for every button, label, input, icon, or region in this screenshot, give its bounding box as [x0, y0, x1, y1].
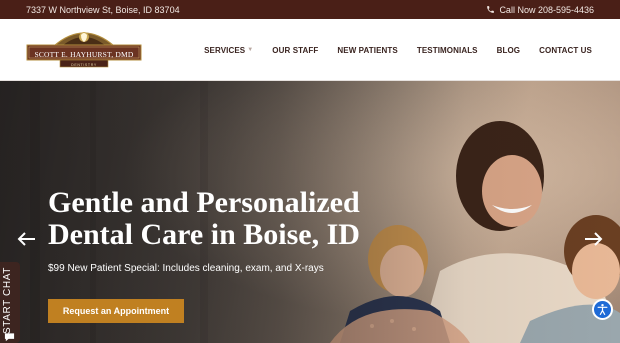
nav-services[interactable]: SERVICES ▼ — [204, 46, 253, 55]
arrow-left-icon — [17, 232, 35, 246]
logo-name: SCOTT E. HAYHURST, DMD — [34, 50, 134, 59]
hero-title-line-2: Dental Care in Boise, ID — [48, 218, 360, 251]
slider-prev-button[interactable] — [16, 231, 36, 247]
arrow-right-icon — [585, 232, 603, 246]
accessibility-button[interactable] — [592, 299, 613, 320]
nav-our-staff[interactable]: OUR STAFF — [272, 46, 318, 55]
nav-blog[interactable]: BLOG — [497, 46, 521, 55]
top-bar: 7337 W Northview St, Boise, ID 83704 Cal… — [0, 0, 620, 19]
chevron-down-icon: ▼ — [247, 47, 254, 53]
hero-slider: Gentle and Personalized Dental Care in B… — [0, 81, 620, 343]
nav-testimonials[interactable]: TESTIMONIALS — [417, 46, 478, 55]
nav-contact-us[interactable]: CONTACT US — [539, 46, 592, 55]
address-text: 7337 W Northview St, Boise, ID 83704 — [26, 4, 180, 15]
start-chat-label: START CHAT — [2, 267, 13, 334]
hero-title-line-1: Gentle and Personalized — [48, 186, 360, 219]
nav-new-patients[interactable]: NEW PATIENTS — [337, 46, 397, 55]
practice-logo[interactable]: SCOTT E. HAYHURST, DMD DENTISTRY — [26, 26, 142, 75]
slider-next-button[interactable] — [584, 231, 604, 247]
logo-subtitle: DENTISTRY — [71, 63, 97, 67]
hero-title: Gentle and Personalized Dental Care in B… — [48, 187, 428, 251]
site-header: SCOTT E. HAYHURST, DMD DENTISTRY SERVICE… — [0, 19, 620, 81]
call-now-link[interactable]: Call Now 208-595-4436 — [486, 5, 594, 15]
main-nav: SERVICES ▼ OUR STAFF NEW PATIENTS TESTIM… — [204, 19, 592, 81]
request-appointment-button[interactable]: Request an Appointment — [48, 299, 184, 323]
accessibility-icon — [597, 303, 608, 315]
chat-bubble-icon — [4, 333, 15, 342]
nav-services-label: SERVICES — [204, 45, 246, 55]
phone-text: Call Now 208-595-4436 — [499, 4, 594, 15]
hero-subtitle: $99 New Patient Special: Includes cleani… — [48, 263, 324, 274]
phone-icon — [487, 6, 495, 13]
